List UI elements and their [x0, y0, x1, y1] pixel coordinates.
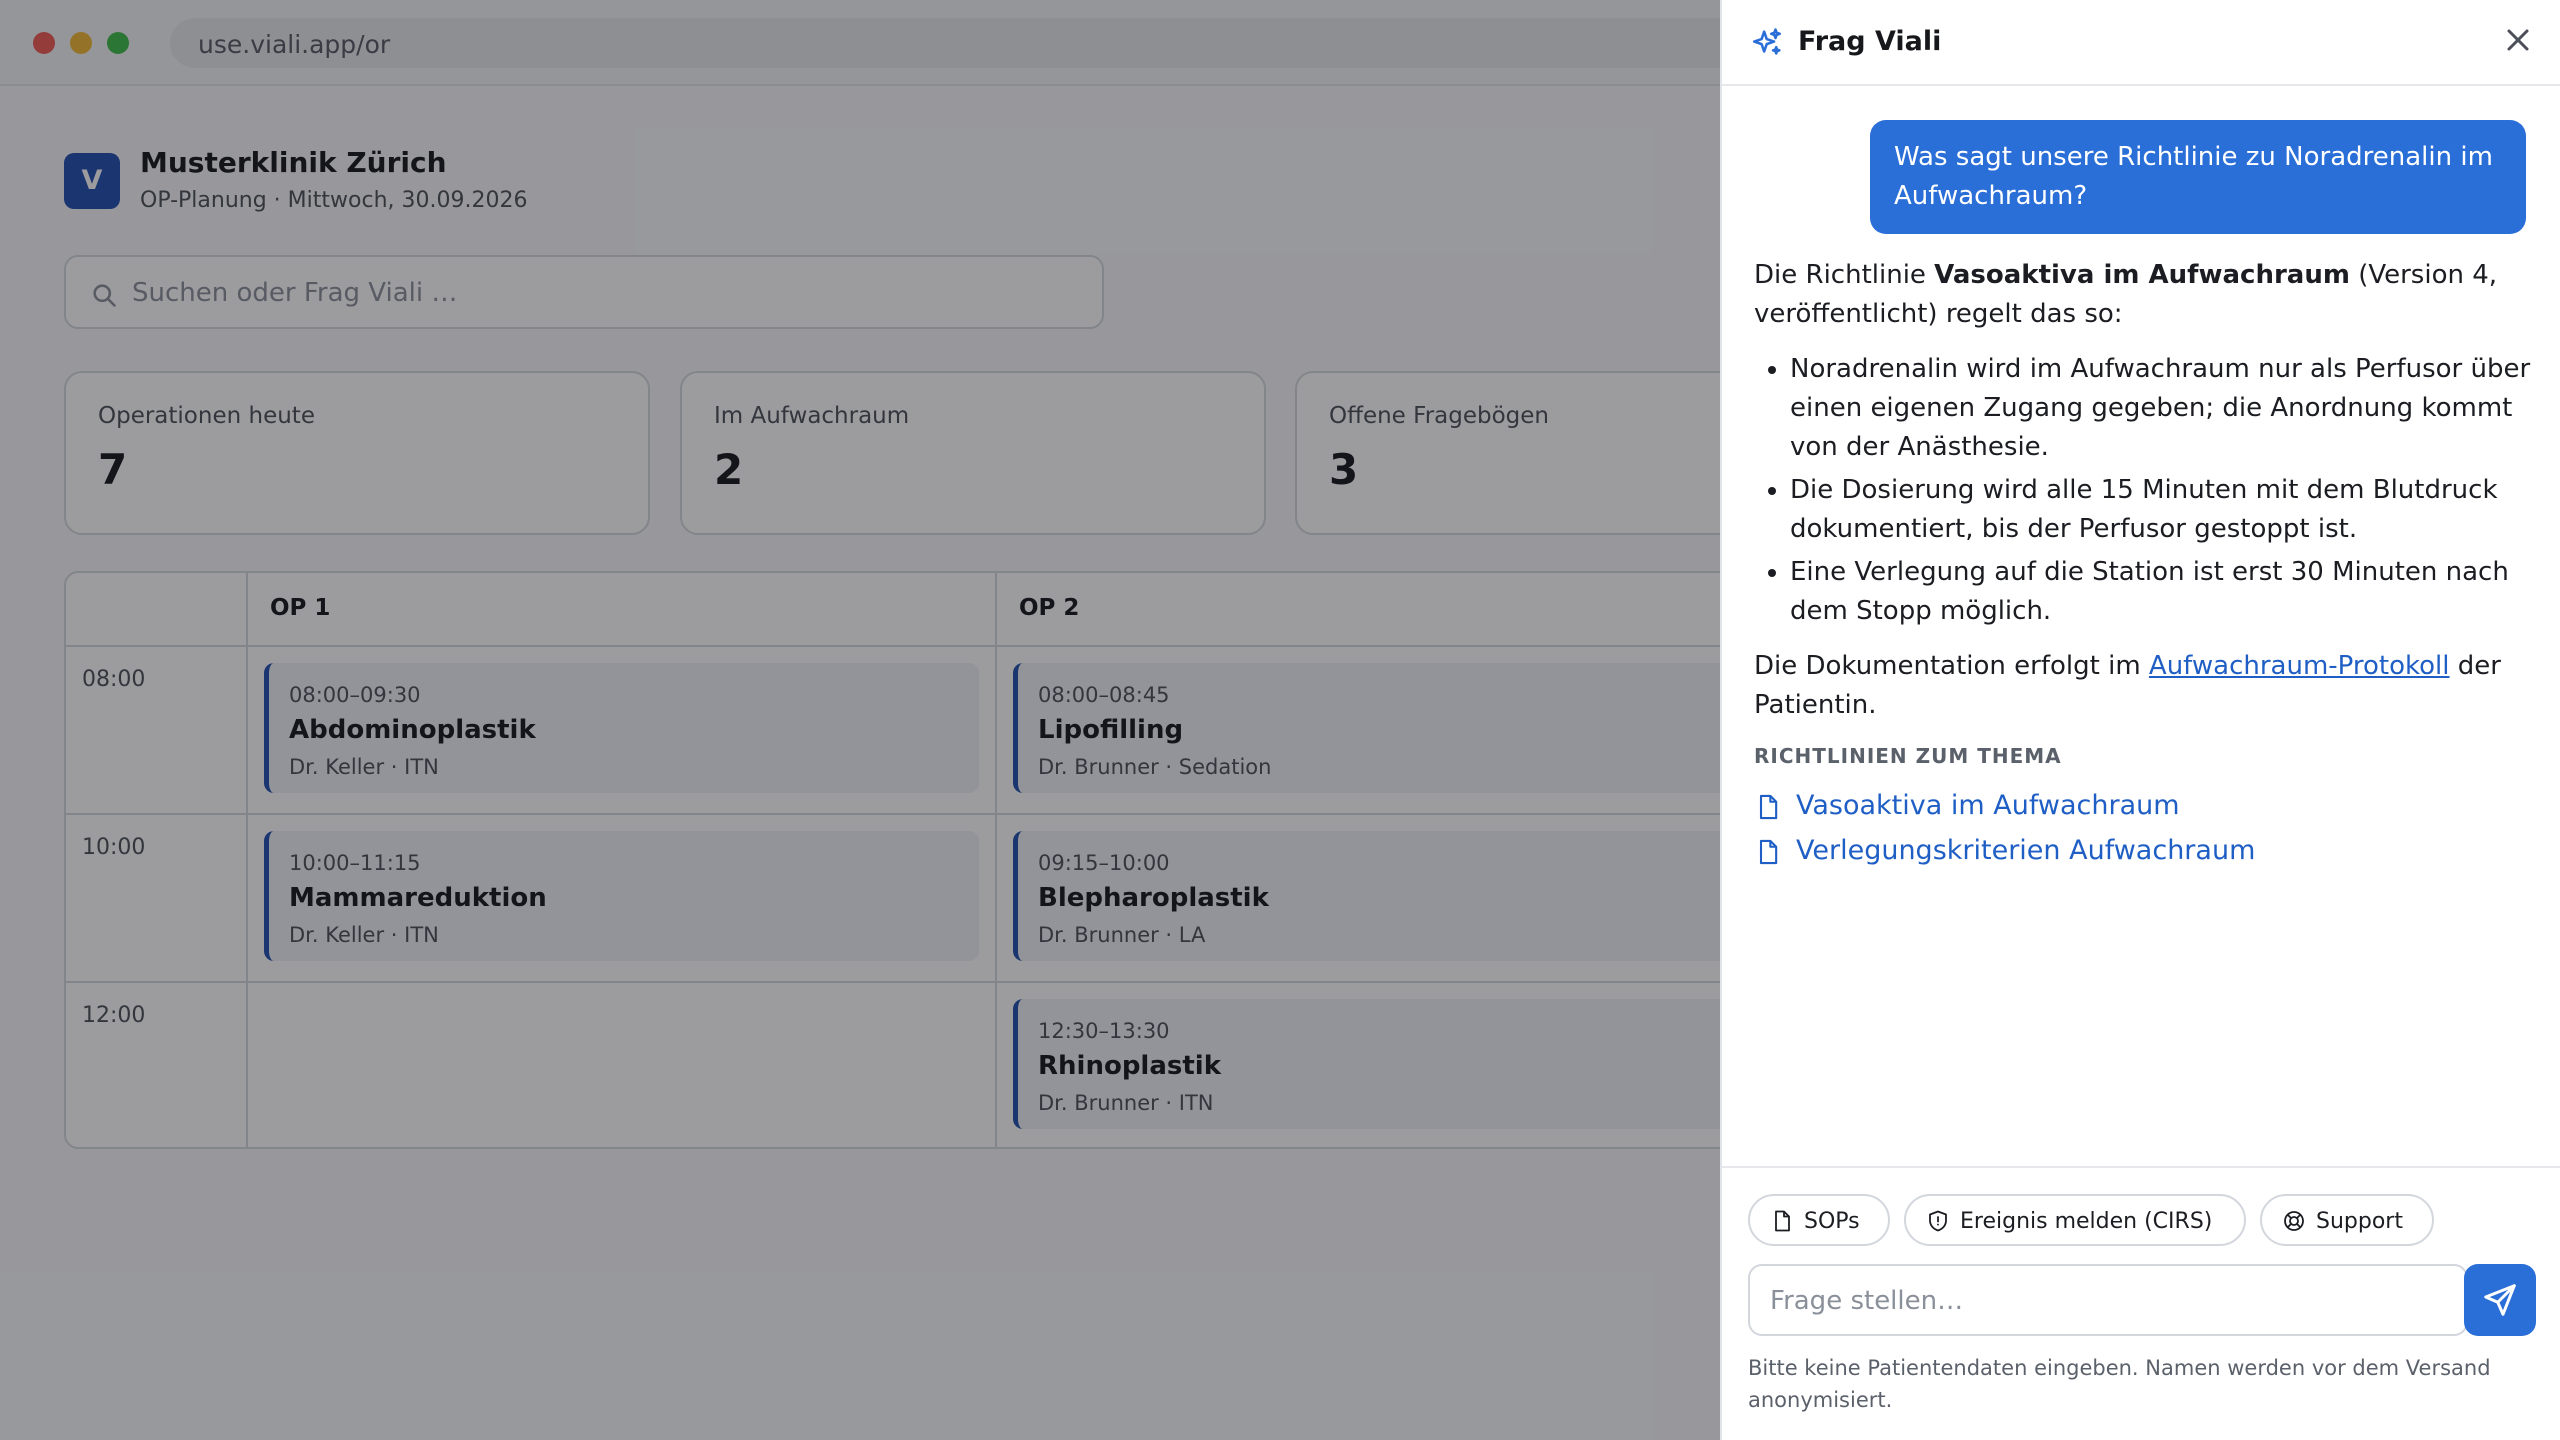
close-icon[interactable] — [2500, 22, 2536, 58]
report-incident-chip[interactable]: Ereignis melden (CIRS) — [1904, 1194, 2246, 1246]
document-icon — [1759, 839, 1778, 865]
answer-guideline-name: Vasoaktiva im Aufwachraum — [1934, 260, 2350, 290]
question-field[interactable] — [1748, 1264, 2468, 1336]
send-button[interactable] — [2464, 1264, 2536, 1336]
panel-title: Frag Viali — [1798, 26, 1942, 57]
chat-thread[interactable]: Was sagt unsere Richtlinie zu Noradrenal… — [1722, 88, 2560, 1166]
protocol-link[interactable]: Aufwachraum-Protokoll — [2149, 651, 2450, 681]
question-input[interactable] — [1770, 1280, 2450, 1322]
chip-label: SOPs — [1804, 1209, 1860, 1234]
answer-text: Die Dokumentation erfolgt im — [1754, 651, 2149, 681]
sops-chip[interactable]: SOPs — [1748, 1194, 1890, 1246]
answer-bullets: Noradrenalin wird im Aufwachraum nur als… — [1790, 350, 2534, 631]
answer-text: Die Richtlinie — [1754, 260, 1935, 290]
answer-bullet: Eine Verlegung auf die Station ist erst … — [1790, 553, 2534, 631]
chip-label: Ereignis melden (CIRS) — [1960, 1209, 2213, 1234]
assistant-panel: Frag Viali Was sagt unsere Richtlinie zu… — [1720, 0, 2560, 1440]
document-icon — [1759, 794, 1778, 820]
shield-alert-icon — [1929, 1210, 1947, 1232]
user-message: Was sagt unsere Richtlinie zu Noradrenal… — [1870, 120, 2526, 234]
support-chip[interactable]: Support — [2260, 1194, 2434, 1246]
document-icon — [1775, 1210, 1790, 1232]
answer-outro: Die Dokumentation erfolgt im Aufwachraum… — [1754, 647, 2534, 725]
answer-bullet: Die Dosierung wird alle 15 Minuten mit d… — [1790, 471, 2534, 549]
send-icon — [2484, 1284, 2516, 1316]
panel-header: Frag Viali — [1722, 0, 2560, 86]
guideline-link-label: Vasoaktiva im Aufwachraum — [1796, 790, 2180, 821]
guideline-link-label: Verlegungskriterien Aufwachraum — [1796, 835, 2256, 866]
lifebuoy-icon — [2284, 1211, 2304, 1231]
chip-label: Support — [2316, 1209, 2403, 1234]
privacy-disclaimer: Bitte keine Patientendaten eingeben. Nam… — [1748, 1356, 2491, 1412]
related-guidelines-heading: RICHTLINIEN ZUM THEMA — [1754, 744, 2062, 768]
assistant-message: Die Richtlinie Vasoaktiva im Aufwachraum… — [1754, 256, 2534, 725]
answer-intro: Die Richtlinie Vasoaktiva im Aufwachraum… — [1754, 256, 2534, 334]
modal-backdrop[interactable] — [0, 0, 1720, 1440]
sparkle-icon — [1752, 28, 1782, 55]
answer-bullet: Noradrenalin wird im Aufwachraum nur als… — [1790, 350, 2534, 467]
panel-footer: SOPs Ereignis melden (CIRS) Support Bitt… — [1722, 1166, 2560, 1440]
